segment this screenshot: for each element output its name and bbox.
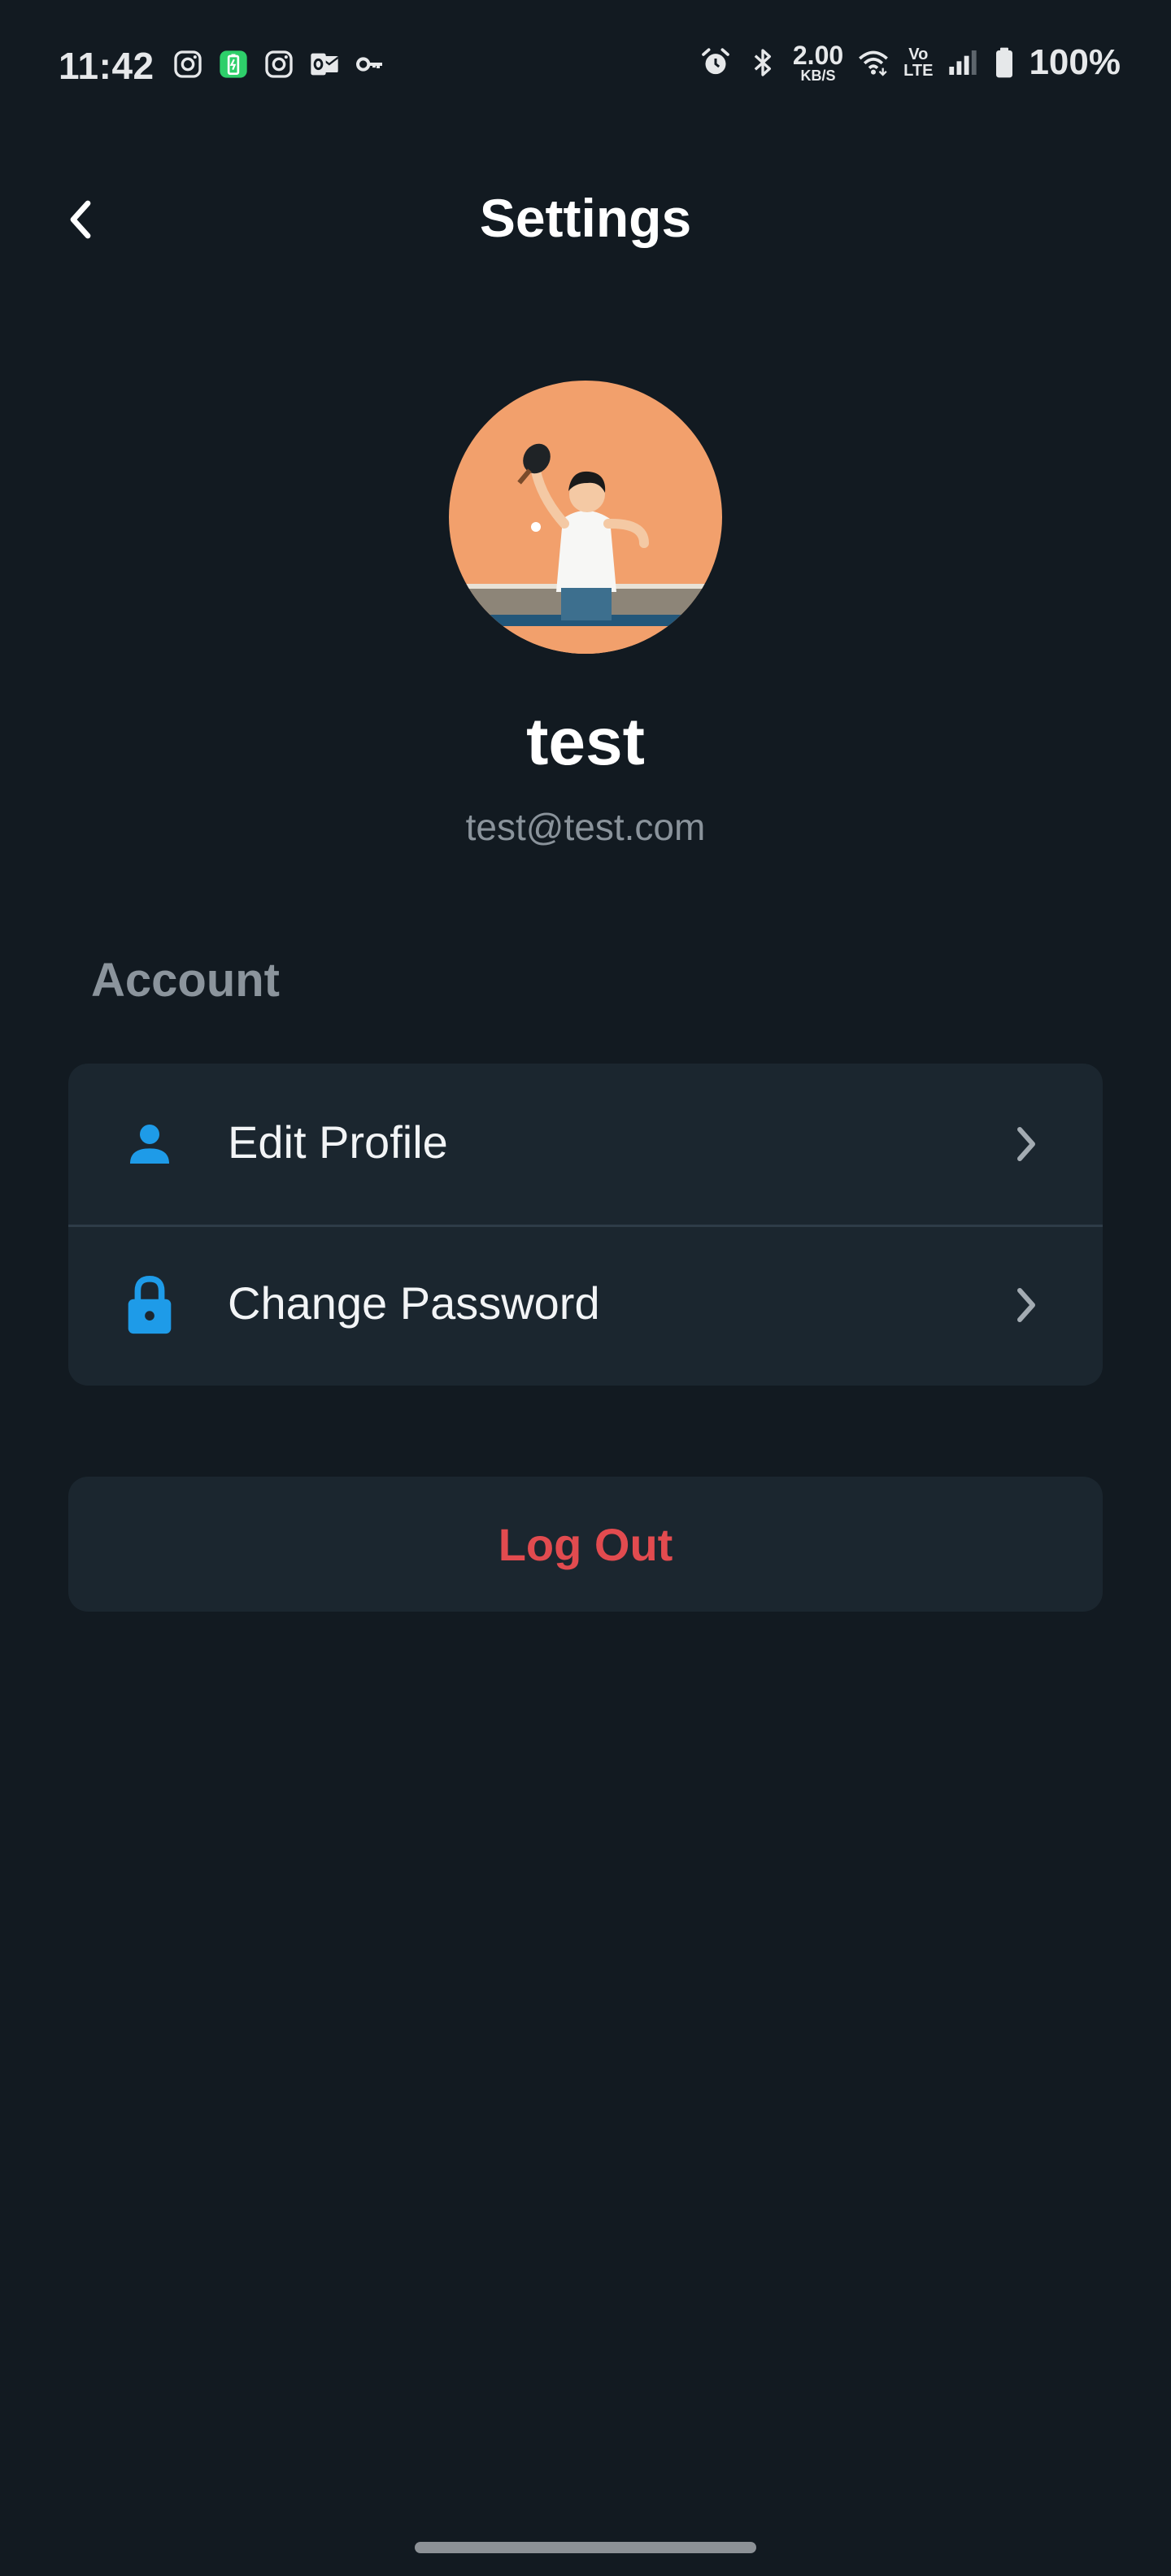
chevron-right-icon (1002, 1120, 1051, 1168)
settings-screen: 11:42 2.00 KB/S Vo LTE 100% Settings tes… (0, 0, 1171, 2576)
logout-button[interactable]: Log Out (68, 1477, 1103, 1612)
avatar[interactable] (449, 381, 722, 654)
account-card: Edit Profile Change Password (68, 1064, 1103, 1386)
user-email: test@test.com (465, 806, 706, 848)
network-rate: 2.00 KB/S (793, 42, 843, 83)
lock-icon (120, 1276, 179, 1334)
avatar-image (449, 381, 722, 654)
bluetooth-icon (746, 46, 780, 80)
volte-bottom: LTE (903, 62, 934, 80)
network-rate-unit: KB/S (800, 67, 836, 84)
notification-icons (171, 47, 387, 81)
chevron-right-icon (1002, 1281, 1051, 1329)
instagram-icon (262, 47, 296, 81)
battery-saver-icon (216, 47, 250, 81)
change-password-label: Change Password (228, 1277, 600, 1329)
volte-top: Vo (908, 46, 929, 63)
volte-indicator: Vo LTE (903, 46, 933, 79)
signal-icon (946, 46, 980, 80)
key-icon (353, 47, 387, 81)
logout-label: Log Out (498, 1518, 673, 1570)
person-icon (120, 1115, 179, 1173)
wifi-icon (856, 46, 890, 80)
alarm-icon (699, 46, 733, 80)
header: Settings (0, 163, 1171, 276)
status-bar: 11:42 2.00 KB/S Vo LTE 100% (0, 0, 1171, 130)
edit-profile-label: Edit Profile (228, 1116, 448, 1168)
battery-icon (993, 46, 1016, 80)
battery-percentage: 100% (1029, 42, 1121, 82)
system-icons: 2.00 KB/S Vo LTE 100% (699, 42, 1121, 83)
user-name: test (526, 705, 645, 779)
instagram-icon (171, 47, 205, 81)
edit-profile-row[interactable]: Edit Profile (68, 1064, 1103, 1227)
outlook-icon (307, 47, 342, 81)
home-indicator[interactable] (415, 2542, 756, 2553)
network-rate-value: 2.00 (792, 41, 844, 70)
status-time: 11:42 (59, 45, 155, 87)
change-password-row[interactable]: Change Password (68, 1225, 1103, 1386)
account-section-label: Account (91, 954, 280, 1007)
page-title: Settings (479, 188, 692, 248)
